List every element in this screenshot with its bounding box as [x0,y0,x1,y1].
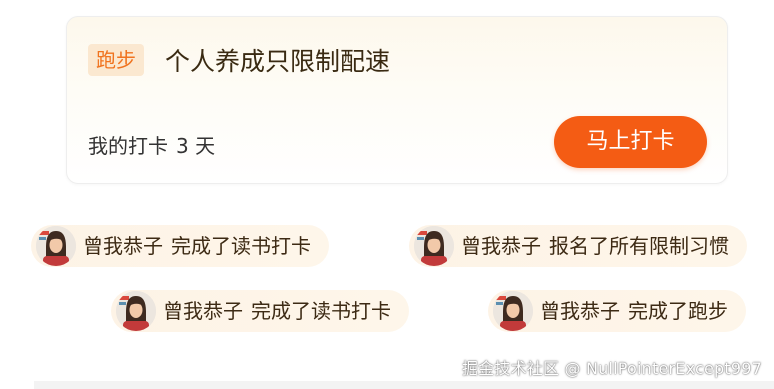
activity-action: 完成了读书打卡 [251,299,391,323]
activity-ticker: 曾我恭子 完成了读书打卡 曾我恭子 报名了所有限制习惯 曾我恭子 完成了读书打卡… [0,0,774,389]
habit-page: 跑步 个人养成只限制配速 我的打卡3 天 马上打卡 曾我恭子完成了读书打卡 [0,0,774,389]
bottom-divider [34,381,774,389]
user-avatar [414,226,454,266]
activity-user: 曾我恭子 [83,234,163,258]
user-avatar [36,226,76,266]
user-avatar [116,291,156,331]
activity-user: 曾我恭子 [540,299,620,323]
user-avatar [493,291,533,331]
activity-pill: 曾我恭子 完成了读书打卡 [111,290,409,332]
activity-user: 曾我恭子 [461,234,541,258]
activity-action: 完成了跑步 [628,299,728,323]
activity-pill: 曾我恭子 完成了跑步 [488,290,746,332]
activity-user: 曾我恭子 [163,299,243,323]
activity-action: 完成了读书打卡 [171,234,311,258]
watermark: 掘金技术社区 @ NullPointerExcept997 [461,359,762,378]
activity-pill: 曾我恭子 报名了所有限制习惯 [409,225,747,267]
activity-action: 报名了所有限制习惯 [549,234,729,258]
activity-pill: 曾我恭子 完成了读书打卡 [31,225,329,267]
